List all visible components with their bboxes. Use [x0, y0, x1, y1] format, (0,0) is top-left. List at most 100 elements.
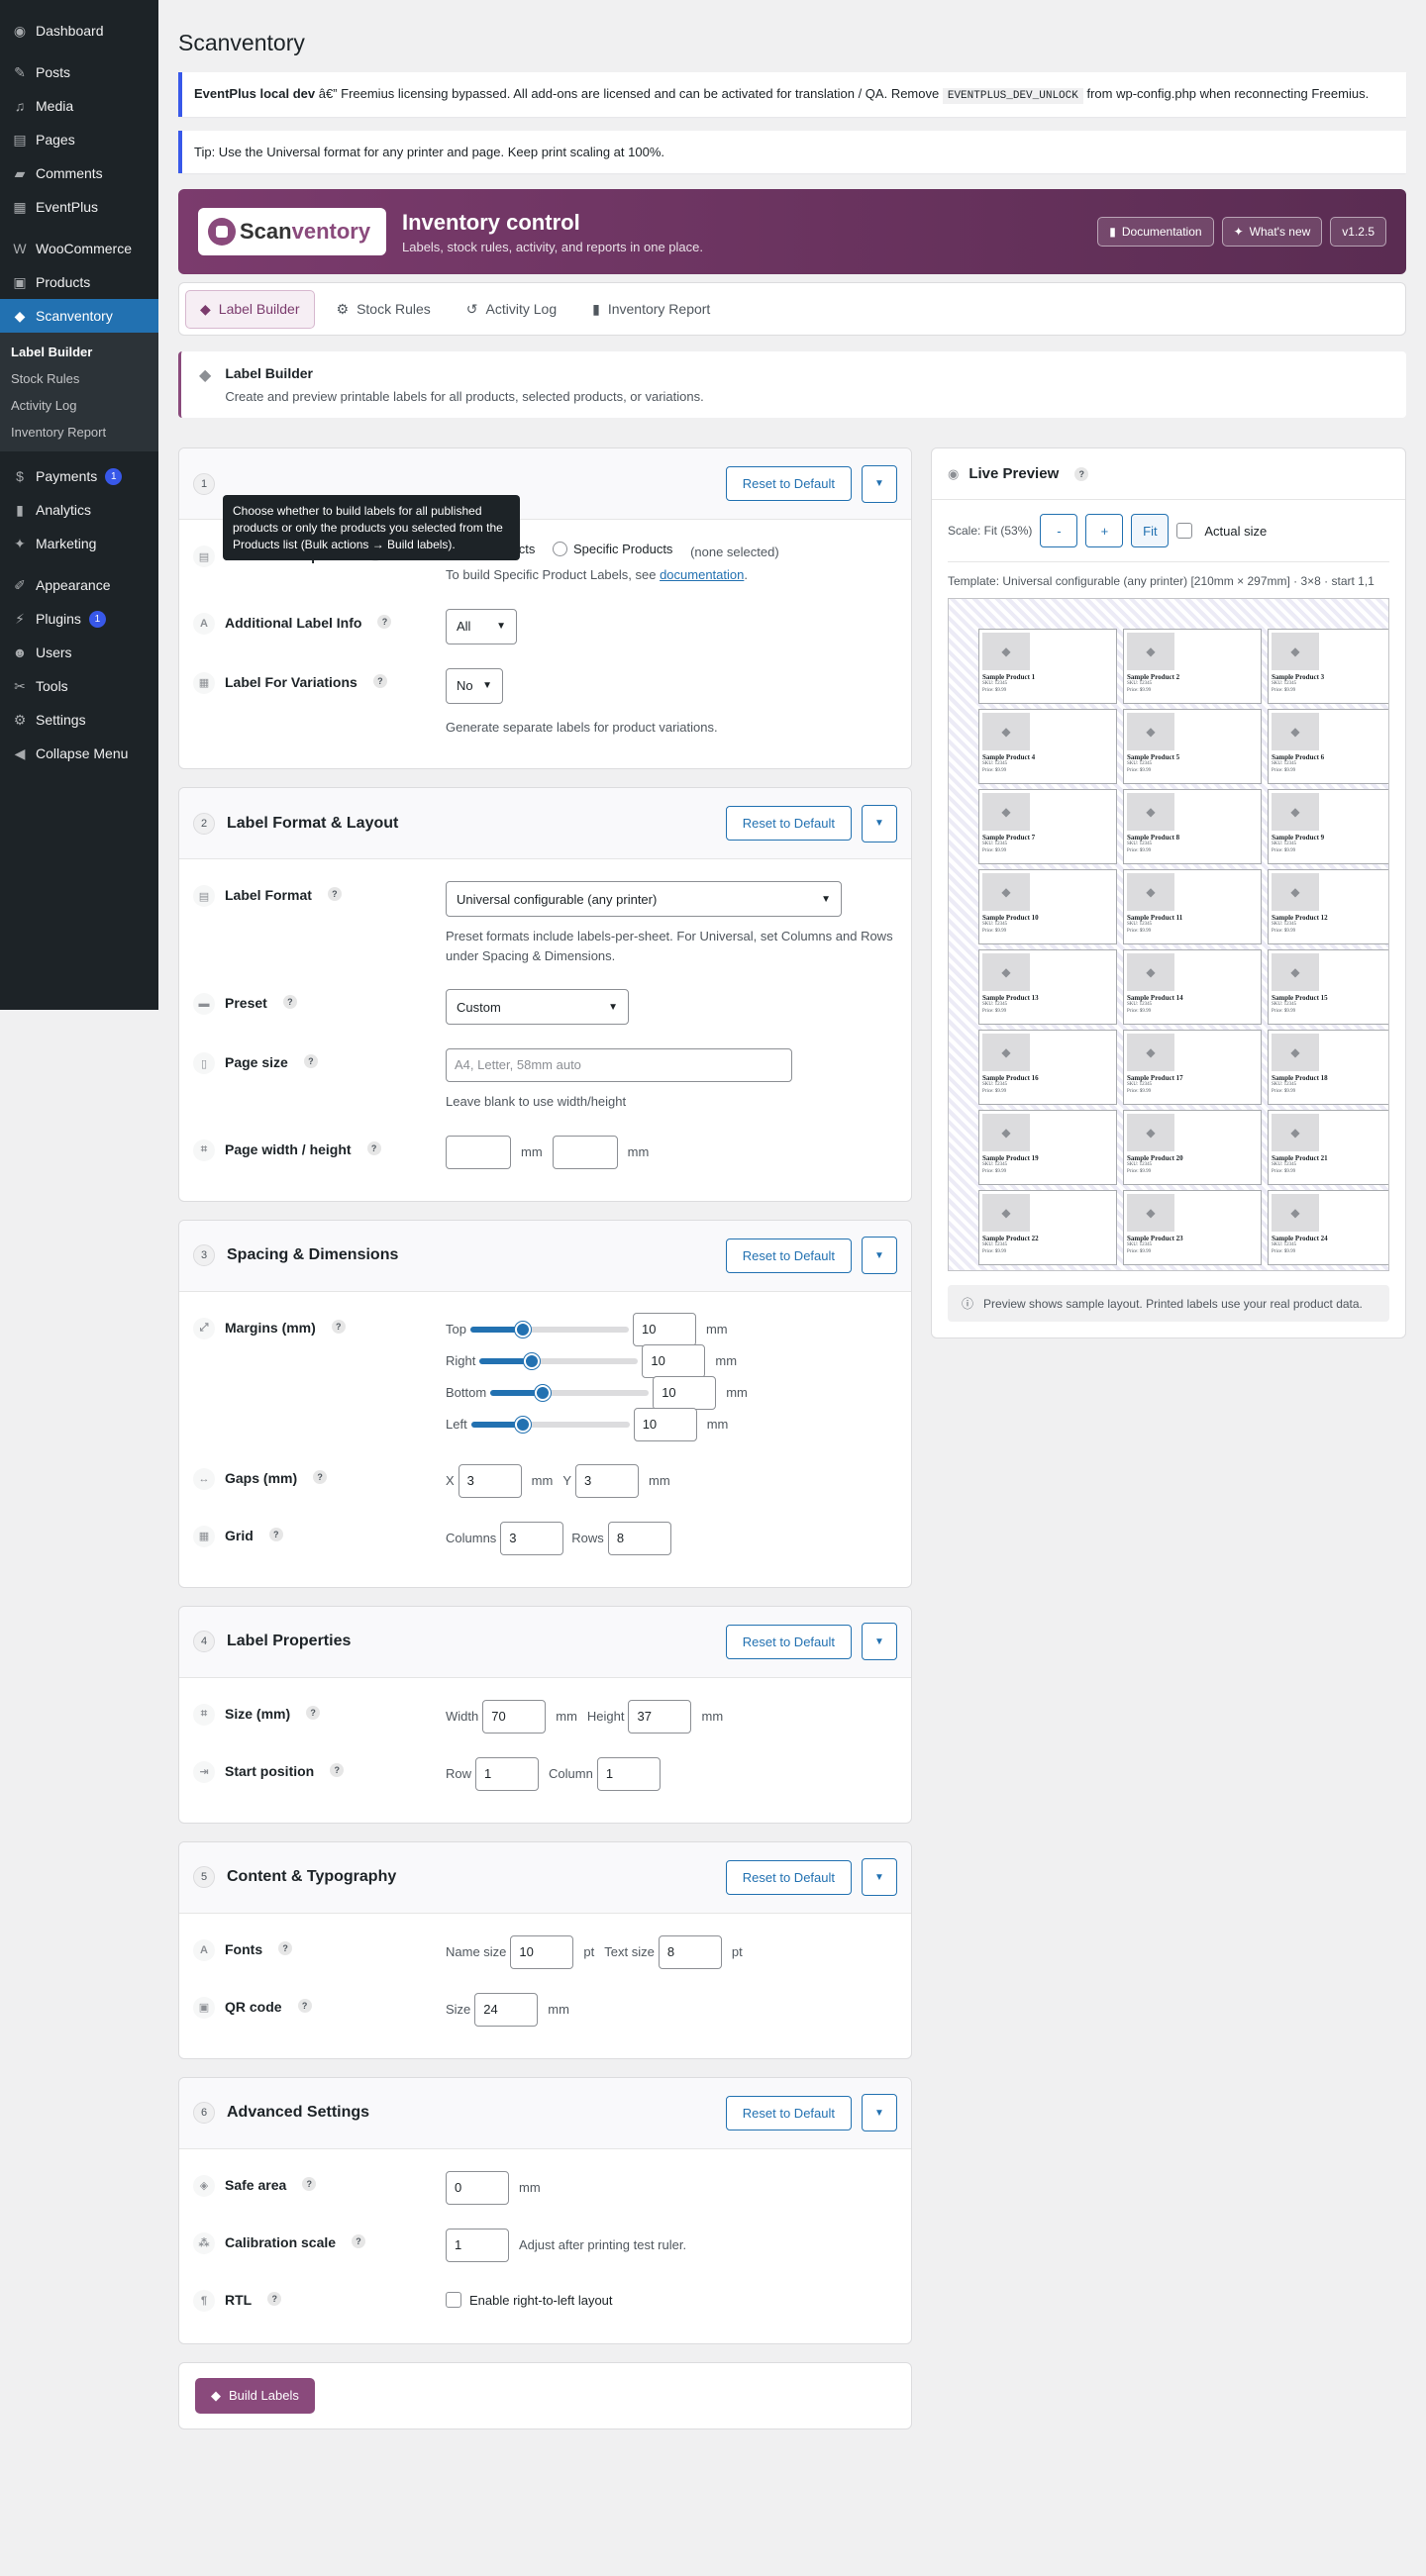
gap-y-input[interactable]: 3 — [575, 1463, 640, 1498]
margin-right-slider[interactable] — [479, 1352, 639, 1369]
menu-pages[interactable]: ▤ Pages — [0, 123, 158, 156]
page-width-input[interactable] — [446, 1135, 511, 1169]
margin-bottom-input[interactable]: 10 — [653, 1375, 717, 1410]
rows-input[interactable]: 8 — [607, 1521, 671, 1555]
label-format-select[interactable]: Universal configurable (any printer) ▼ — [446, 881, 842, 917]
radio-specific-products[interactable]: Specific Products — [553, 542, 672, 556]
label-width-input[interactable]: 70 — [482, 1699, 547, 1734]
documentation-button[interactable]: ▮ Documentation — [1097, 217, 1214, 247]
help-icon[interactable]: ? — [1074, 466, 1089, 481]
additional-info-select[interactable]: All ▼ — [446, 608, 517, 644]
columns-input[interactable]: 3 — [500, 1521, 564, 1555]
reset-section-2-button[interactable]: Reset to Default — [725, 806, 852, 841]
tab-stock-rules[interactable]: ⚙ Stock Rules — [323, 291, 445, 328]
menu-dashboard[interactable]: ◉ Dashboard — [0, 14, 158, 48]
safe-area-input[interactable]: 0 — [446, 2170, 509, 2205]
menu-payments[interactable]: $ Payments 1 — [0, 459, 158, 493]
help-icon[interactable]: ? — [267, 2291, 282, 2306]
qr-size-input[interactable]: 24 — [474, 1992, 539, 2027]
help-icon[interactable]: ? — [297, 1998, 312, 2013]
help-icon[interactable]: ? — [352, 2233, 366, 2248]
build-labels-button[interactable]: ◆ Build Labels — [195, 2377, 315, 2414]
help-icon[interactable]: ? — [282, 995, 297, 1009]
submenu-stock-rules[interactable]: Stock Rules — [0, 365, 158, 392]
label-height-input[interactable]: 37 — [628, 1699, 692, 1734]
submenu-label-builder[interactable]: Label Builder — [0, 339, 158, 365]
reset-section-1-button[interactable]: Reset to Default — [725, 466, 852, 501]
page-size-input[interactable]: A4, Letter, 58mm auto — [446, 1048, 792, 1082]
help-icon[interactable]: ? — [302, 2176, 317, 2191]
tab-activity-log[interactable]: ↺ Activity Log — [453, 291, 570, 328]
collapse-section-4-button[interactable]: ▼ — [862, 1623, 897, 1660]
submenu-activity-log[interactable]: Activity Log — [0, 392, 158, 419]
image-placeholder-icon: ◆ — [1272, 633, 1319, 670]
collapse-section-5-button[interactable]: ▼ — [862, 1858, 897, 1896]
calibration-input[interactable]: 1 — [446, 2228, 509, 2262]
menu-tools[interactable]: ✂ Tools — [0, 669, 158, 703]
help-icon[interactable]: ? — [327, 887, 342, 901]
tab-inventory-report[interactable]: ▮ Inventory Report — [578, 291, 724, 328]
grid-icon: ▦ — [193, 1525, 215, 1547]
margin-top-input[interactable]: 10 — [632, 1312, 696, 1346]
menu-posts[interactable]: ✎ Posts — [0, 55, 158, 89]
menu-users[interactable]: ☻ Users — [0, 636, 158, 669]
margin-left-input[interactable]: 10 — [633, 1407, 697, 1441]
margin-left-slider[interactable] — [470, 1416, 630, 1433]
text-size-input[interactable]: 8 — [658, 1934, 722, 1969]
margin-top-slider[interactable] — [469, 1321, 629, 1338]
help-icon[interactable]: ? — [268, 1527, 283, 1541]
documentation-link[interactable]: documentation — [660, 567, 744, 582]
collapse-section-1-button[interactable]: ▼ — [862, 464, 897, 503]
reset-section-4-button[interactable]: Reset to Default — [725, 1624, 852, 1659]
help-icon[interactable]: ? — [303, 1054, 318, 1068]
menu-settings[interactable]: ⚙ Settings — [0, 703, 158, 737]
menu-woocommerce[interactable]: W WooCommerce — [0, 232, 158, 265]
reset-section-6-button[interactable]: Reset to Default — [725, 2095, 852, 2130]
margin-bottom-slider[interactable] — [490, 1384, 650, 1401]
collapse-section-6-button[interactable]: ▼ — [862, 2094, 897, 2131]
gap-x-input[interactable]: 3 — [458, 1463, 522, 1498]
help-icon[interactable]: ? — [306, 1705, 321, 1720]
menu-collapse[interactable]: ◀ Collapse Menu — [0, 737, 158, 770]
actual-size-checkbox[interactable] — [1176, 523, 1193, 539]
preview-label: ◆ Sample Product 23 SKU: 12345 Price: $9.99 — [1123, 1190, 1262, 1265]
help-icon[interactable]: ? — [330, 1762, 345, 1777]
help-icon[interactable]: ? — [331, 1319, 346, 1334]
rtl-checkbox[interactable] — [446, 2292, 461, 2309]
submenu-inventory-report[interactable]: Inventory Report — [0, 419, 158, 446]
book-icon: ▮ — [1109, 225, 1116, 239]
menu-eventplus[interactable]: ▦ EventPlus — [0, 190, 158, 224]
menu-comments[interactable]: ▰ Comments — [0, 156, 158, 190]
menu-analytics[interactable]: ▮ Analytics — [0, 493, 158, 527]
collapse-section-2-button[interactable]: ▼ — [862, 804, 897, 842]
page-height-input[interactable] — [552, 1135, 618, 1169]
whats-new-button[interactable]: ✦ What's new — [1221, 217, 1323, 247]
preview-label: ◆ Sample Product 17 SKU: 12345 Price: $9.99 — [1123, 1030, 1262, 1105]
menu-media[interactable]: ♫ Media — [0, 89, 158, 123]
tab-label-builder[interactable]: ◆ Label Builder — [185, 289, 315, 329]
help-icon[interactable]: ? — [366, 1140, 381, 1155]
menu-plugins[interactable]: ⚡ Plugins 1 — [0, 602, 158, 636]
menu-scanventory[interactable]: ◆ Scanventory — [0, 299, 158, 333]
zoom-in-button[interactable]: + — [1085, 514, 1124, 547]
help-icon[interactable]: ? — [313, 1469, 328, 1484]
margin-right-input[interactable]: 10 — [642, 1343, 706, 1378]
help-icon[interactable]: ? — [372, 673, 387, 688]
fit-button[interactable]: Fit — [1131, 514, 1170, 547]
variations-select[interactable]: No ▼ — [446, 667, 503, 704]
reset-section-3-button[interactable]: Reset to Default — [725, 1238, 852, 1273]
scale-readout: Scale: Fit (53%) — [948, 524, 1033, 538]
menu-marketing[interactable]: ✦ Marketing — [0, 527, 158, 560]
menu-appearance[interactable]: ✐ Appearance — [0, 568, 158, 602]
help-icon[interactable]: ? — [278, 1940, 293, 1955]
zoom-out-button[interactable]: - — [1040, 514, 1078, 547]
preset-select[interactable]: Custom ▼ — [446, 989, 629, 1025]
start-row-input[interactable]: 1 — [475, 1756, 540, 1791]
reset-section-5-button[interactable]: Reset to Default — [725, 1859, 852, 1895]
help-icon[interactable]: ? — [377, 614, 392, 629]
preview-label: ◆ Sample Product 15 SKU: 12345 Price: $9.99 — [1268, 949, 1388, 1025]
menu-products[interactable]: ▣ Products — [0, 265, 158, 299]
start-column-input[interactable]: 1 — [596, 1756, 661, 1791]
collapse-section-3-button[interactable]: ▼ — [862, 1237, 897, 1274]
name-size-input[interactable]: 10 — [510, 1934, 574, 1969]
